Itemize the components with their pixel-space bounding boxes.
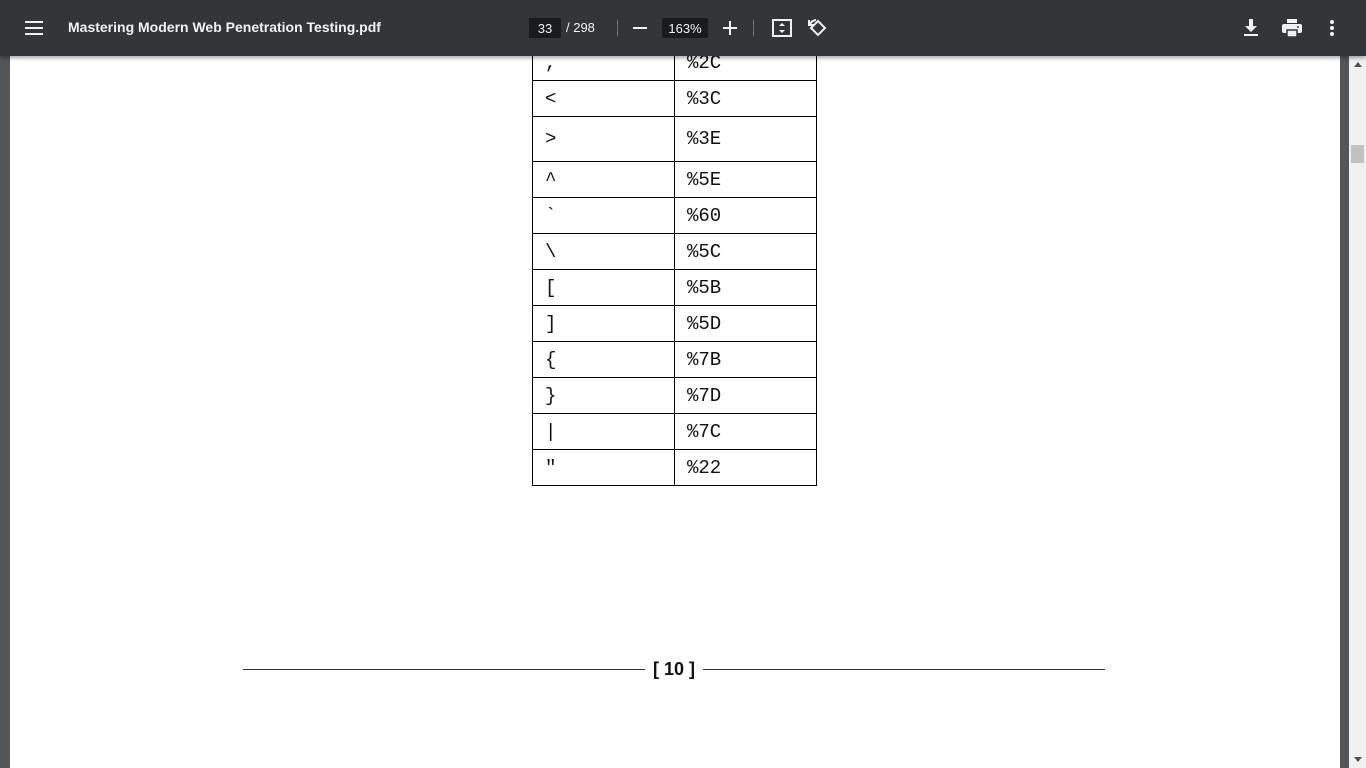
table-cell-code: %5D xyxy=(674,305,817,342)
table-cell-code: %3E xyxy=(674,116,817,162)
print-button[interactable] xyxy=(1278,14,1306,42)
table-row: [ %5B xyxy=(532,269,817,306)
arrow-up-icon xyxy=(1353,62,1362,67)
table-row: { %7B xyxy=(532,341,817,378)
document-title: Mastering Modern Web Penetration Testing… xyxy=(68,19,381,35)
table-cell-char: < xyxy=(532,80,675,117)
scroll-down-button[interactable] xyxy=(1349,751,1366,768)
toolbar-divider xyxy=(617,20,618,36)
table-row: ] %5D xyxy=(532,305,817,342)
table-cell-code: %3C xyxy=(674,80,817,117)
minus-icon xyxy=(633,27,647,29)
download-icon xyxy=(1244,19,1258,36)
table-cell-char: | xyxy=(532,413,675,450)
fit-to-page-button[interactable] xyxy=(768,14,796,42)
table-cell-code: %5C xyxy=(674,233,817,270)
table-cell-char: } xyxy=(532,377,675,414)
table-cell-char: " xyxy=(532,449,675,486)
table-cell-char: , xyxy=(532,56,675,81)
hamburger-menu-icon xyxy=(25,21,43,35)
table-row: \ %5C xyxy=(532,233,817,270)
url-encoding-table: , %2C < %3C > %3E ^ %5E ` %60 \ %5C [%5… xyxy=(532,56,817,486)
viewer-gutter xyxy=(1340,56,1349,768)
table-cell-code: %5E xyxy=(674,161,817,198)
table-cell-code: %7C xyxy=(674,413,817,450)
scrollbar-thumb[interactable] xyxy=(1351,145,1364,163)
vertical-scrollbar[interactable] xyxy=(1349,56,1366,768)
menu-button[interactable] xyxy=(18,12,50,44)
table-row: | %7C xyxy=(532,413,817,450)
toolbar-divider xyxy=(753,20,754,36)
table-row: < %3C xyxy=(532,80,817,117)
table-cell-code: %2C xyxy=(674,56,817,81)
table-cell-char: { xyxy=(532,341,675,378)
zoom-out-button[interactable] xyxy=(626,14,654,42)
table-row: , %2C xyxy=(532,56,817,81)
scroll-up-button[interactable] xyxy=(1349,56,1366,73)
table-cell-char: ^ xyxy=(532,161,675,198)
page-total: / 298 xyxy=(566,20,595,35)
table-cell-char: > xyxy=(532,116,675,162)
table-cell-char: [ xyxy=(532,269,675,306)
arrow-down-icon xyxy=(1353,757,1362,762)
table-cell-char: \ xyxy=(532,233,675,270)
table-cell-char: ` xyxy=(532,197,675,234)
table-row: } %7D xyxy=(532,377,817,414)
fit-to-page-icon xyxy=(772,19,792,37)
table-row: ^ %5E xyxy=(532,161,817,198)
rotate-icon xyxy=(808,19,827,37)
more-actions-button[interactable] xyxy=(1318,14,1346,42)
plus-icon xyxy=(723,21,737,35)
table-cell-char: ] xyxy=(532,305,675,342)
table-cell-code: %5B xyxy=(674,269,817,306)
pdf-toolbar: Mastering Modern Web Penetration Testing… xyxy=(0,0,1366,56)
table-cell-code: %22 xyxy=(674,449,817,486)
table-cell-code: %60 xyxy=(674,197,817,234)
zoom-level-input[interactable] xyxy=(662,18,708,38)
footer-rule-right xyxy=(703,669,1105,670)
rotate-button[interactable] xyxy=(804,14,832,42)
zoom-in-button[interactable] xyxy=(716,14,744,42)
footer-rule-left xyxy=(243,669,645,670)
page-number-input[interactable] xyxy=(529,18,561,38)
table-row: > %3E xyxy=(532,116,817,162)
pdf-page: , %2C < %3C > %3E ^ %5E ` %60 \ %5C [%5… xyxy=(10,56,1340,768)
print-icon xyxy=(1282,19,1302,37)
download-button[interactable] xyxy=(1237,14,1265,42)
table-cell-code: %7D xyxy=(674,377,817,414)
table-row: ` %60 xyxy=(532,197,817,234)
more-vertical-icon xyxy=(1330,20,1334,36)
table-cell-code: %7B xyxy=(674,341,817,378)
table-row: " %22 xyxy=(532,449,817,486)
page-number-label: [ 10 ] xyxy=(652,659,695,679)
